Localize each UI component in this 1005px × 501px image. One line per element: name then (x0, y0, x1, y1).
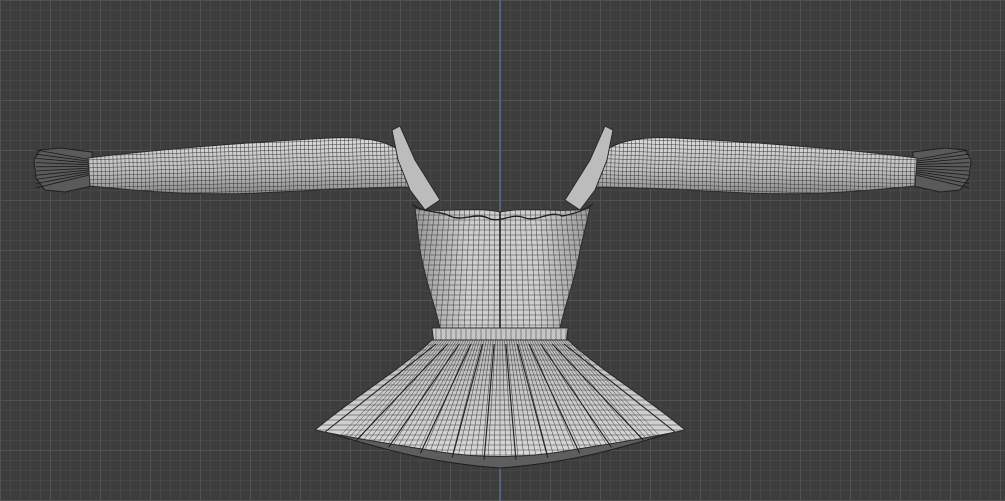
right-sleeve (584, 137, 918, 195)
bodice (411, 203, 594, 330)
3d-viewport[interactable] (0, 0, 1005, 501)
shoulder-collar (391, 125, 614, 211)
right-cuff (912, 147, 972, 193)
garment-model[interactable] (0, 0, 1005, 501)
left-cuff (33, 147, 93, 193)
skirt (313, 339, 687, 469)
left-sleeve (87, 137, 421, 195)
